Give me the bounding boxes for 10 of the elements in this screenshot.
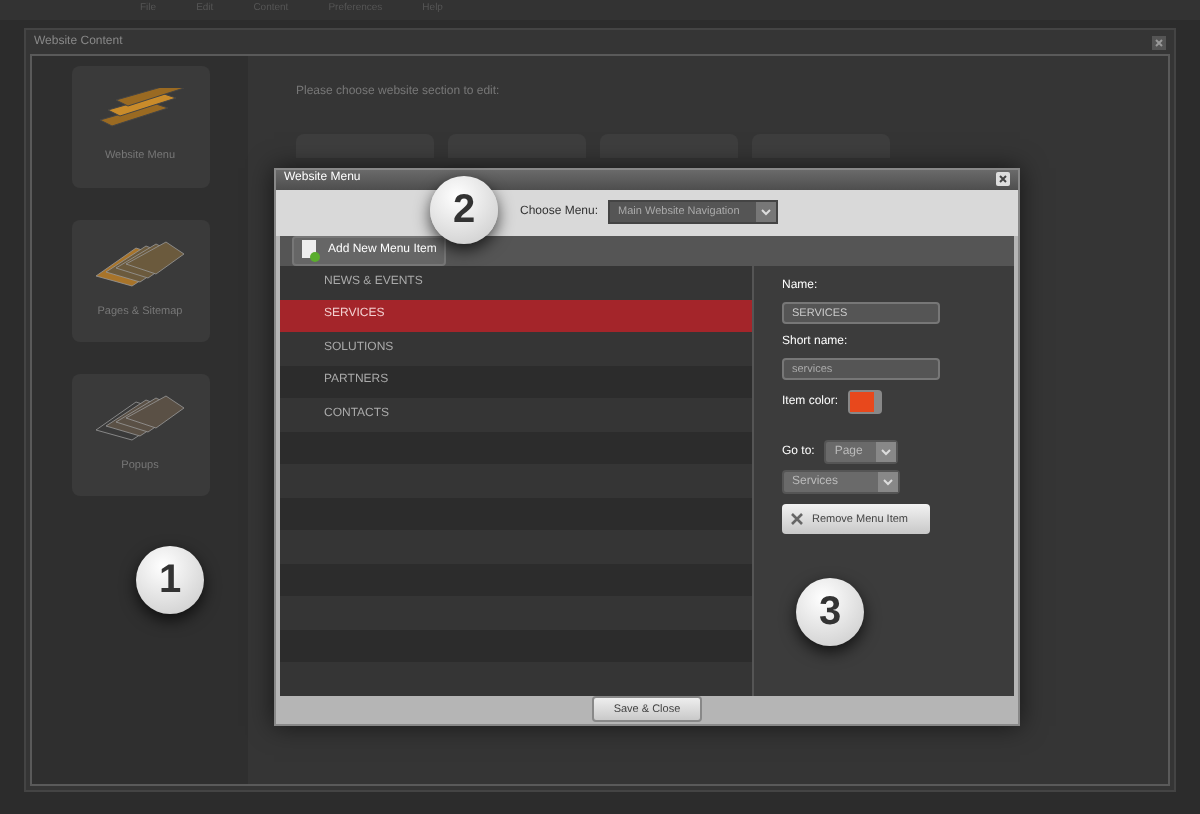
caret-icon: [878, 472, 898, 493]
color-picker[interactable]: [848, 390, 883, 415]
close-icon[interactable]: [996, 172, 1010, 187]
add-page-icon: [302, 240, 320, 263]
cross-icon: [790, 512, 804, 527]
stacked-pages-icon: [92, 394, 188, 443]
caret-icon: [756, 202, 777, 223]
caret-icon: [876, 442, 897, 463]
close-icon[interactable]: [1152, 35, 1166, 49]
stacked-pages-icon: [92, 240, 188, 289]
